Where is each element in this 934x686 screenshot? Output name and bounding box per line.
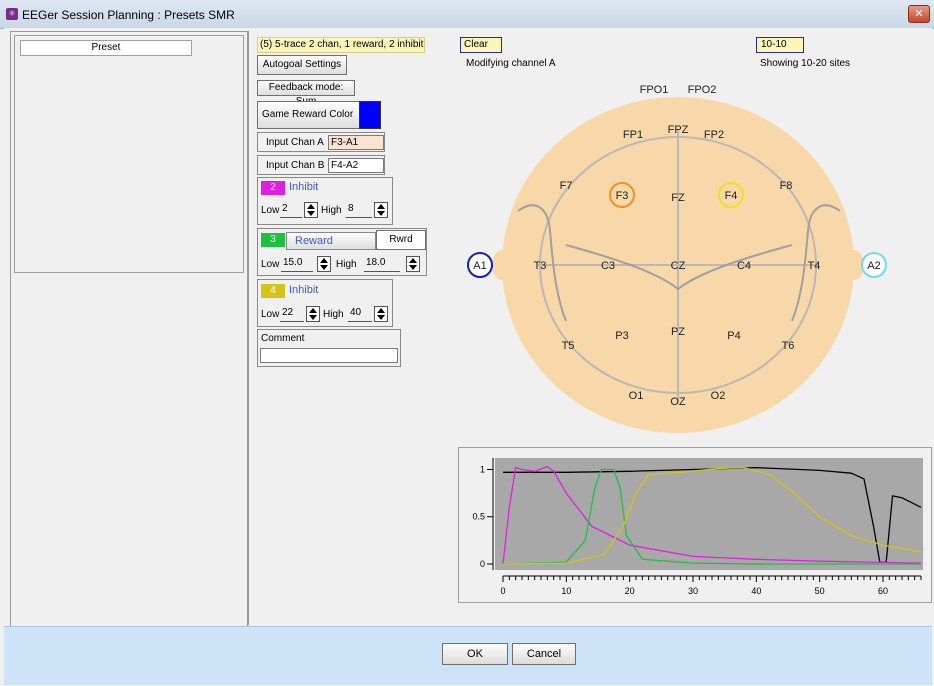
site-a1[interactable]: A1	[473, 260, 486, 272]
band-2-low-field[interactable]: 2	[280, 202, 302, 218]
x-tick-label: 0	[500, 586, 505, 596]
band-3-type: Reward	[295, 235, 333, 247]
main-frame: Preset (5) 5-trace 2 chan, 1 reward, 2 i…	[4, 28, 932, 627]
close-button[interactable]: ✕	[908, 5, 930, 23]
site-f8[interactable]: F8	[780, 180, 793, 192]
band-2-group: 2 Inhibit Low 2 High 8	[257, 177, 393, 225]
band-3-low-label: Low	[261, 259, 280, 270]
band-4-high-spinner[interactable]	[374, 306, 388, 322]
preset-panel: Preset	[10, 31, 248, 627]
band-3-high-spinner[interactable]	[406, 256, 420, 272]
band-3-high-label: High	[336, 259, 357, 270]
button-bar: OK Cancel	[4, 626, 932, 685]
comment-group: Comment	[257, 329, 401, 367]
plot-area	[495, 458, 923, 570]
band-4-high-field[interactable]: 40	[348, 306, 372, 322]
site-c3[interactable]: C3	[601, 260, 615, 272]
site-f3[interactable]: F3	[616, 190, 629, 202]
site-fz[interactable]: FZ	[671, 192, 685, 204]
y-tick-label: 1	[480, 464, 485, 474]
x-tick-label: 60	[878, 586, 888, 596]
site-fp2[interactable]: FP2	[704, 129, 724, 141]
input-chan-a-field[interactable]: F3-A1	[328, 135, 384, 150]
band-3-low-field[interactable]: 15.0	[281, 256, 313, 272]
site-f7[interactable]: F7	[560, 180, 573, 192]
ok-button[interactable]: OK	[442, 643, 508, 665]
site-t5[interactable]: T5	[562, 340, 575, 352]
settings-panel: (5) 5-trace 2 chan, 1 reward, 2 inhibit …	[248, 31, 453, 625]
head-map: FPO1 FPO2 FP1 FPZ FP2 F7 F3 FZ F4 F8 A1 T3 C3 CZ C4 T4 A…	[467, 84, 887, 433]
band-2-type: Inhibit	[289, 181, 319, 193]
site-c4[interactable]: C4	[737, 260, 751, 272]
x-tick-label: 30	[688, 586, 698, 596]
site-fpo2[interactable]: FPO2	[688, 84, 717, 96]
title-bar: ⚛ EEGer Session Planning : Presets SMR ✕	[0, 0, 934, 29]
band-2-high-label: High	[321, 205, 342, 216]
site-cz[interactable]: CZ	[671, 260, 686, 272]
band-4-low-spinner[interactable]	[306, 306, 320, 322]
band-2-low-label: Low	[261, 205, 280, 216]
y-tick-label: 0.5	[472, 512, 485, 522]
site-t6[interactable]: T6	[782, 340, 795, 352]
band-2-high-field[interactable]: 8	[346, 202, 372, 218]
band-4-group: 4 Inhibit Low 22 High 40	[257, 279, 393, 327]
site-oz[interactable]: OZ	[670, 396, 686, 408]
site-o1[interactable]: O1	[629, 390, 644, 402]
preset-list[interactable]: Preset	[14, 35, 244, 273]
x-tick-label: 50	[815, 586, 825, 596]
site-fpz[interactable]: FPZ	[668, 124, 689, 136]
site-o2[interactable]: O2	[711, 390, 726, 402]
band-4-high-label: High	[323, 309, 344, 320]
filter-response-plot: 0 0.5 1 0 10 20 30 40 50 60	[458, 447, 932, 603]
site-p3[interactable]: P3	[615, 330, 628, 342]
game-reward-color-label: Game Reward Color	[262, 109, 354, 120]
autogoal-settings-button[interactable]: Autogoal Settings	[257, 55, 347, 75]
band-2-low-spinner[interactable]	[304, 202, 318, 218]
site-fp1[interactable]: FP1	[623, 129, 643, 141]
filter-response-chart: 00.510 10 20 30 40 50 60	[472, 458, 923, 596]
band-3-number: 3	[261, 233, 285, 247]
band-2-high-spinner[interactable]	[374, 202, 388, 218]
band-3-group: 3 Reward Rwrd Low 15.0 High 18.0	[257, 228, 427, 276]
band-4-low-label: Low	[261, 309, 280, 320]
band-3-high-field[interactable]: 18.0	[364, 256, 400, 272]
app-icon: ⚛	[6, 8, 18, 20]
input-chan-b-group: Input Chan B F4-A2	[257, 155, 385, 175]
band-2-number: 2	[261, 181, 285, 195]
site-fpo1[interactable]: FPO1	[640, 84, 669, 96]
band-3-low-spinner[interactable]	[317, 256, 331, 272]
game-reward-color-swatch[interactable]	[359, 101, 381, 129]
band-3-type-box: Reward	[286, 232, 376, 250]
montage-panel: Clear 10-10 Modifying channel A Showing …	[456, 31, 932, 625]
y-tick-label: 0	[480, 559, 485, 569]
site-a2[interactable]: A2	[867, 260, 880, 272]
comment-field[interactable]	[260, 348, 398, 363]
x-tick-label: 40	[751, 586, 761, 596]
site-pz[interactable]: PZ	[671, 326, 685, 338]
comment-label: Comment	[261, 333, 305, 344]
band-4-number: 4	[261, 284, 285, 298]
input-chan-b-field[interactable]: F4-A2	[328, 158, 384, 173]
feedback-mode-button[interactable]: Feedback mode: Sum	[257, 80, 355, 107]
input-chan-b-label: Input Chan B	[266, 160, 325, 171]
cancel-button[interactable]: Cancel	[512, 643, 576, 665]
site-f4[interactable]: F4	[725, 190, 738, 202]
input-chan-a-label: Input Chan A	[266, 137, 324, 148]
left-ear	[492, 250, 512, 280]
window-title: EEGer Session Planning : Presets SMR	[22, 8, 235, 22]
preset-list-header[interactable]: Preset	[20, 40, 192, 56]
band-4-low-field[interactable]: 22	[280, 306, 304, 322]
site-t3[interactable]: T3	[534, 260, 547, 272]
band-4-type: Inhibit	[289, 284, 319, 296]
band-3-reward-button[interactable]: Rwrd	[376, 230, 426, 250]
site-p4[interactable]: P4	[727, 330, 740, 342]
input-chan-a-group: Input Chan A F3-A1	[257, 132, 385, 152]
preset-description: (5) 5-trace 2 chan, 1 reward, 2 inhibit	[257, 37, 425, 53]
x-tick-label: 10	[561, 586, 571, 596]
x-tick-label: 20	[625, 586, 635, 596]
site-t4[interactable]: T4	[808, 260, 821, 272]
